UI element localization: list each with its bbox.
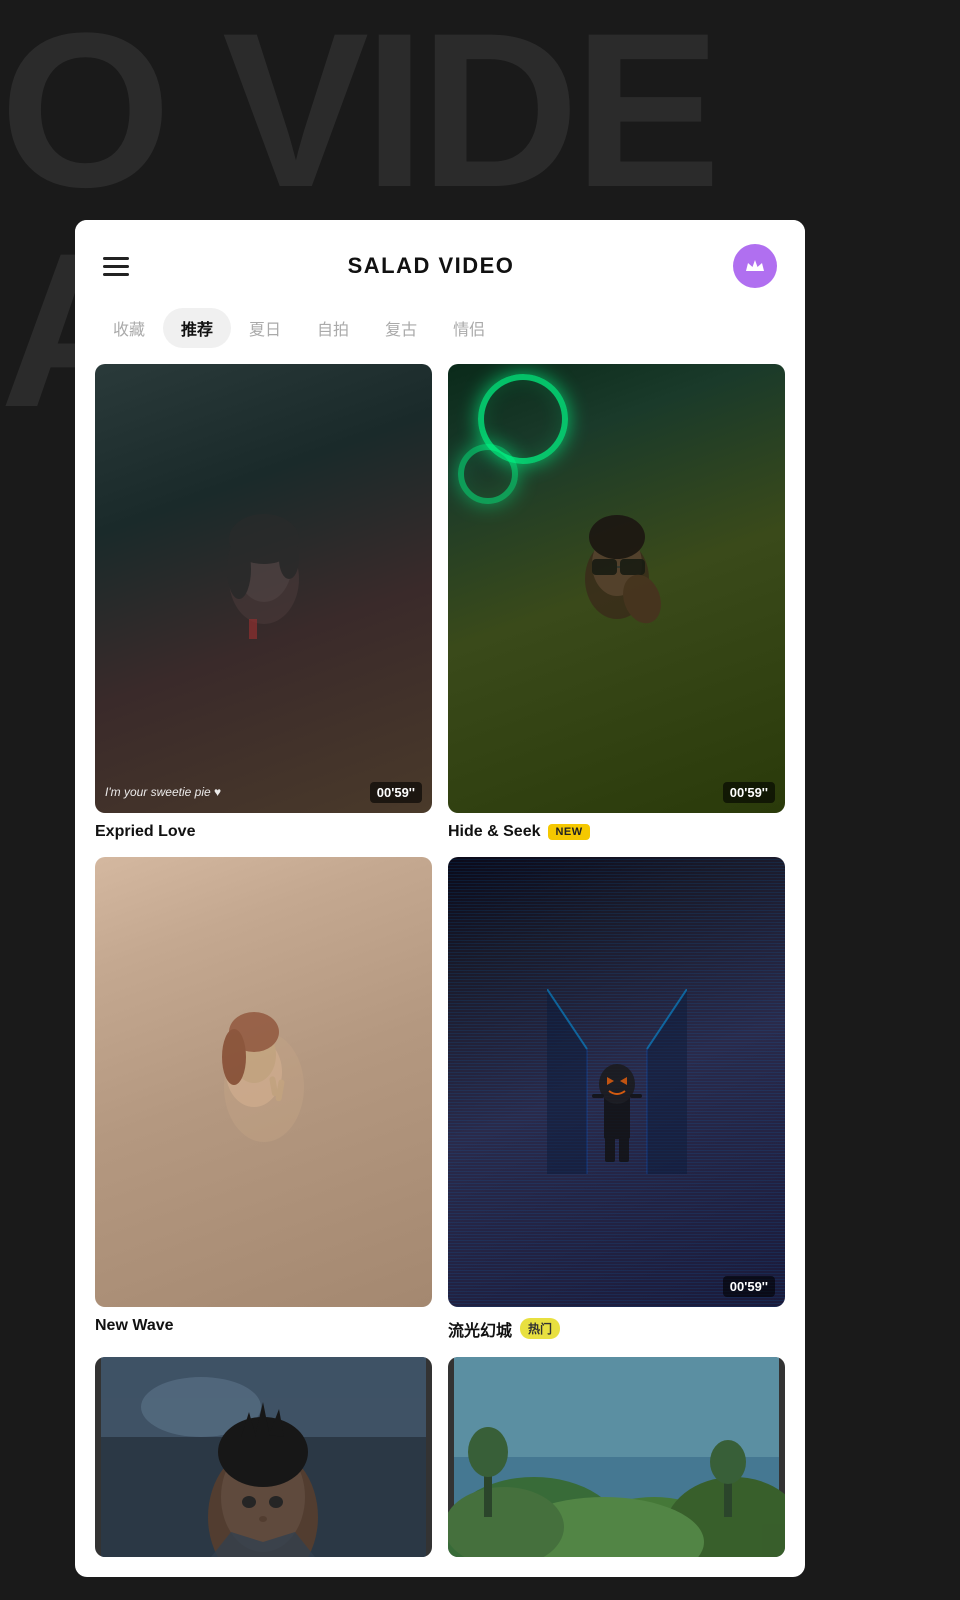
video-title-2: Hide & Seek <box>448 823 540 841</box>
menu-button[interactable] <box>103 257 129 276</box>
duration-badge-2: 00'59'' <box>723 782 775 803</box>
video-thumb-partial-6[interactable] <box>448 1357 785 1557</box>
video-overlay-text-1: I'm your sweetie pie ♥ <box>105 785 221 799</box>
tab-favorites[interactable]: 收藏 <box>95 308 163 348</box>
tab-selfie[interactable]: 自拍 <box>299 308 367 348</box>
badge-hot-4: 热门 <box>520 1318 560 1339</box>
video-thumb-2[interactable]: 00'59'' <box>448 364 785 813</box>
video-title-row-1: Expried Love <box>95 823 432 841</box>
duration-badge-1: 00'59'' <box>370 782 422 803</box>
nav-tabs: 收藏 推荐 夏日 自拍 复古 情侣 <box>75 304 805 364</box>
tab-retro[interactable]: 复古 <box>367 308 435 348</box>
video-title-4: 流光幻城 <box>448 1317 512 1341</box>
tab-couple[interactable]: 情侣 <box>435 308 503 348</box>
video-grid-row1: I'm your sweetie pie ♥ 00'59'' Expried L… <box>75 364 805 841</box>
video-item-2[interactable]: 00'59'' Hide & Seek NEW <box>448 364 785 841</box>
app-title: SALAD VIDEO <box>348 253 515 279</box>
duration-badge-4: 00'59'' <box>723 1276 775 1297</box>
app-card: SALAD VIDEO 收藏 推荐 夏日 自拍 复古 情侣 <box>75 220 805 1577</box>
video-thumb-partial-5[interactable] <box>95 1357 432 1557</box>
video-thumb-4[interactable]: 00'59'' <box>448 857 785 1306</box>
video-title-3: New Wave <box>95 1317 174 1335</box>
video-title-row-3: New Wave <box>95 1317 432 1335</box>
video-item-1[interactable]: I'm your sweetie pie ♥ 00'59'' Expried L… <box>95 364 432 841</box>
video-grid-bottom <box>75 1357 805 1557</box>
video-grid-row2: New Wave <box>75 857 805 1340</box>
badge-new-2: NEW <box>548 824 589 840</box>
tab-recommended[interactable]: 推荐 <box>163 308 231 348</box>
video-title-row-4: 流光幻城 热门 <box>448 1317 785 1341</box>
video-title-row-2: Hide & Seek NEW <box>448 823 785 841</box>
video-thumb-3[interactable] <box>95 857 432 1306</box>
video-thumb-1[interactable]: I'm your sweetie pie ♥ 00'59'' <box>95 364 432 813</box>
video-title-1: Expried Love <box>95 823 195 841</box>
video-item-3[interactable]: New Wave <box>95 857 432 1340</box>
header: SALAD VIDEO <box>75 220 805 304</box>
tab-summer[interactable]: 夏日 <box>231 308 299 348</box>
video-item-4[interactable]: 00'59'' 流光幻城 热门 <box>448 857 785 1340</box>
crown-avatar-button[interactable] <box>733 244 777 288</box>
bg-text-line1: O VIDE <box>0 0 960 220</box>
